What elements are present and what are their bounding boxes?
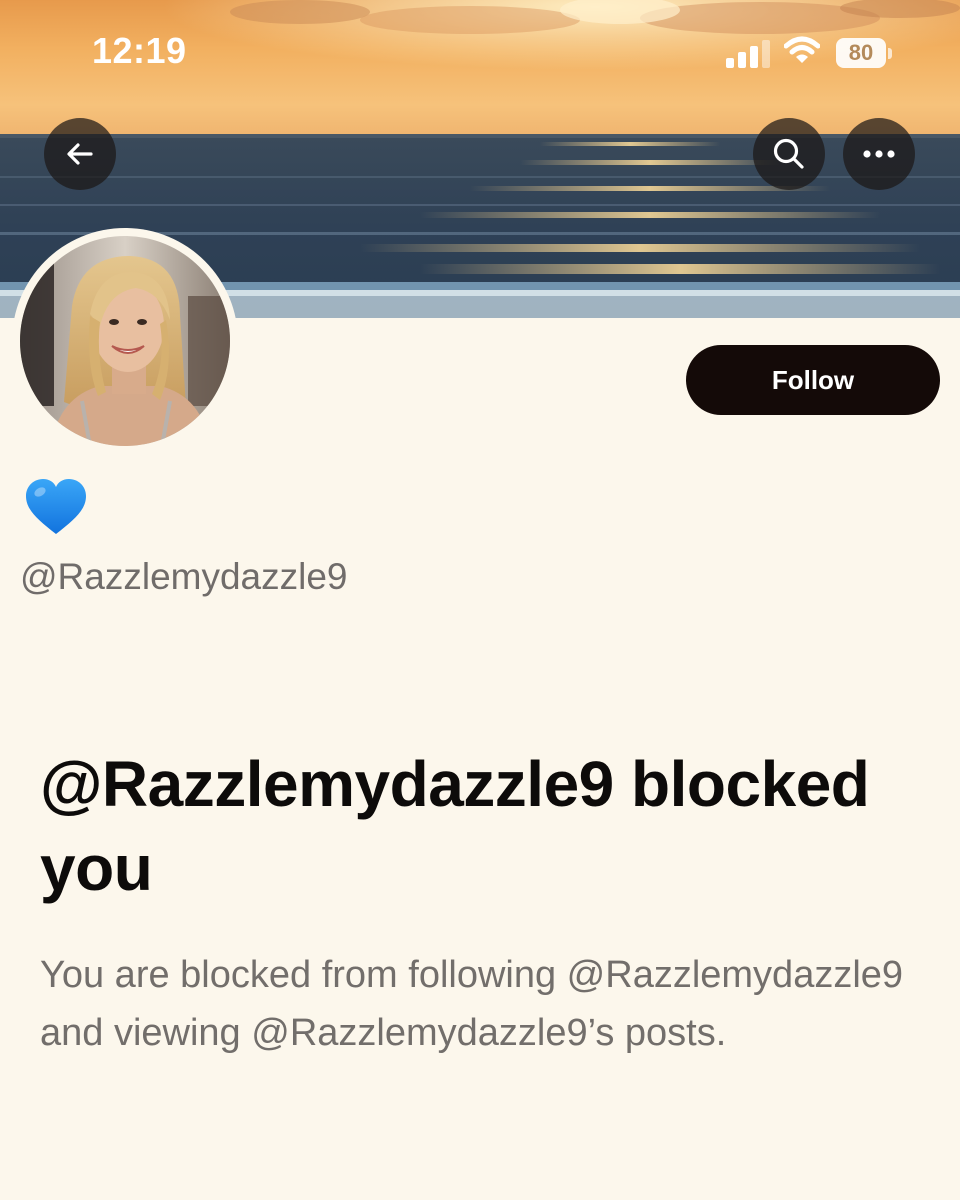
battery-icon: 80 — [836, 38, 892, 70]
search-icon — [773, 138, 804, 169]
wifi-icon — [783, 36, 821, 66]
avatar-photo — [20, 236, 230, 446]
back-button[interactable] — [44, 118, 116, 190]
battery-level: 80 — [836, 38, 886, 68]
avatar[interactable] — [12, 228, 238, 454]
blocked-message: You are blocked from following @Razzlemy… — [40, 954, 904, 1054]
arrow-left-icon — [67, 143, 93, 165]
profile-screen: 12:19 80 Follow @Razzlemydazzle9 @Razzle… — [0, 0, 960, 1200]
signal-bars-icon — [726, 40, 772, 68]
profile-handle: @Razzlemydazzle9 — [20, 556, 348, 597]
search-button[interactable] — [753, 118, 825, 190]
blocked-title: @Razzlemydazzle9 blocked you — [40, 748, 870, 904]
status-bar: 12:19 80 — [0, 0, 960, 100]
display-name-blue-heart-icon — [24, 478, 88, 538]
more-options-button[interactable] — [843, 118, 915, 190]
follow-button[interactable]: Follow — [686, 345, 940, 415]
status-time: 12:19 — [92, 30, 187, 71]
more-horizontal-icon — [863, 150, 895, 158]
